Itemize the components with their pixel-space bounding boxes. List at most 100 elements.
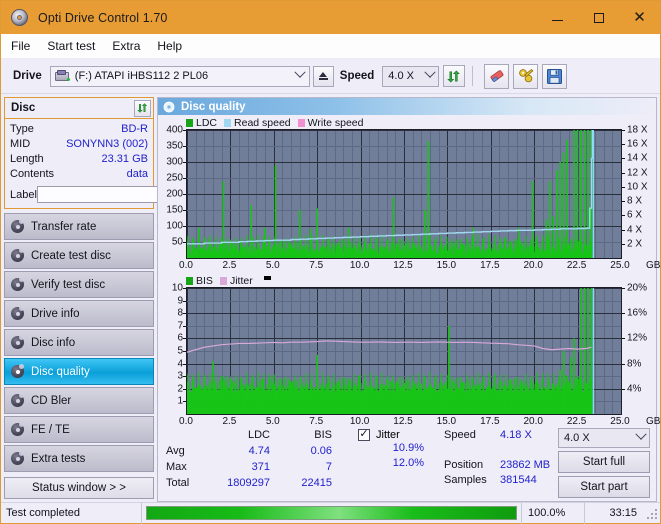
sidebar-item-create-test-disc[interactable]: Create test disc [4, 242, 154, 269]
start-full-button[interactable]: Start full [558, 451, 650, 473]
test-speed-value: 4.0 X [559, 432, 632, 444]
eject-button[interactable] [313, 66, 334, 87]
sidebar-item-label: Disc quality [31, 366, 90, 378]
disc-panel-header: Disc [5, 98, 153, 119]
progress-bar [146, 506, 517, 520]
start-part-button[interactable]: Start part [558, 476, 650, 498]
axis-tick-label: 200 [166, 189, 183, 200]
disc-panel: Disc Type BD-R MID SONY [4, 97, 154, 209]
chart-ldc-legend: LDC Read speed Write speed [158, 116, 656, 129]
sidebar-item-verify-test-disc[interactable]: Verify test disc [4, 271, 154, 298]
chart-ldc-y-axis: 50100150200250300350400 [158, 129, 186, 259]
chart-ldc-x-axis: 0.02.55.07.510.012.515.017.520.022.525.0… [186, 259, 622, 274]
speed-readout-label: Speed [444, 429, 500, 441]
legend-label: LDC [196, 117, 217, 129]
maximize-button[interactable] [578, 1, 619, 34]
menu-bar: File Start test Extra Help [1, 34, 660, 59]
save-icon [546, 68, 563, 85]
pane-title: Disc quality [181, 101, 246, 113]
sidebar-item-fe-te[interactable]: FE / TE [4, 416, 154, 443]
disc-info-rows: Type BD-R MID SONYNN3 (002) Length 23.31… [5, 119, 153, 208]
sidebar-item-drive-info[interactable]: Drive info [4, 300, 154, 327]
sidebar-item-cd-bler[interactable]: CD Bler [4, 387, 154, 414]
chart-bis-y-axis: 12345678910 [158, 287, 186, 415]
samples-label: Samples [444, 474, 500, 486]
close-button[interactable]: ✕ [619, 1, 660, 34]
sidebar-item-disc-info[interactable]: Disc info [4, 329, 154, 356]
jitter-label: Jitter [376, 429, 400, 441]
samples-row: Samples 381544 [444, 472, 570, 487]
stats-table: LDC BIS Avg 4.74 0.06 Max 371 7 [166, 427, 332, 501]
test-speed-select[interactable]: 4.0 X [558, 428, 650, 448]
disc-quality-icon [163, 101, 175, 113]
axis-tick-label: 10 X [627, 181, 648, 192]
title-bar: Opti Drive Control 1.70 ✕ [1, 1, 660, 34]
disc-row-key: MID [10, 137, 30, 152]
progress-bar-fill [147, 507, 516, 519]
sidebar-item-label: CD Bler [31, 395, 71, 407]
speed-column: Speed 4.18 X Position 23862 MB Samples 3… [444, 427, 570, 501]
chevron-down-icon [421, 71, 438, 81]
chart-series-layer [187, 130, 621, 258]
resize-grip-icon[interactable] [645, 507, 657, 519]
chart-ldc-plot-wrap: 50100150200250300350400 2 X4 X6 X8 X10 X… [158, 129, 656, 259]
axis-tick-label: 12.5 [393, 260, 412, 271]
disc-row-value: 23.31 GB [102, 152, 148, 167]
legend-item-jitter: Jitter [220, 275, 253, 287]
disc-row-key: Length [10, 152, 44, 167]
menu-file[interactable]: File [11, 39, 30, 53]
menu-extra[interactable]: Extra [112, 39, 140, 53]
position-label: Position [444, 459, 500, 471]
save-button[interactable] [542, 64, 567, 89]
chart-bis-plot[interactable] [186, 287, 622, 415]
stats-cell-ldc: 4.74 [208, 443, 270, 459]
sidebar-item-extra-tests[interactable]: Extra tests [4, 445, 154, 472]
minimize-button[interactable] [537, 1, 578, 34]
chart-bis-y2-axis: 4%8%12%16%20% [622, 287, 656, 415]
refresh-button[interactable] [443, 65, 465, 87]
legend-swatch [224, 119, 231, 127]
table-row: Total 1809297 22415 [166, 475, 332, 491]
jitter-column: ✓ Jitter 10.9% 12.0% [358, 427, 424, 501]
stats-cell-ldc: 371 [208, 459, 270, 475]
status-window-button[interactable]: Status window > > [4, 477, 154, 499]
erase-button[interactable] [484, 64, 509, 89]
stats-panel: LDC BIS Avg 4.74 0.06 Max 371 7 [158, 425, 656, 501]
axis-tick-label: 4% [627, 383, 641, 394]
chart-ldc-plot[interactable] [186, 129, 622, 259]
disc-row-length: Length 23.31 GB [10, 152, 148, 167]
stats-col-bis: BIS [270, 427, 332, 443]
menu-help[interactable]: Help [157, 39, 182, 53]
axis-tick-label: 0.0 [179, 260, 193, 271]
disc-icon [11, 249, 24, 262]
disc-row-value: data [127, 167, 148, 182]
speed-select[interactable]: 4.0 X [382, 66, 439, 87]
disc-icon [11, 452, 24, 465]
sidebar-item-disc-quality[interactable]: Disc quality [4, 358, 154, 385]
drive-select[interactable]: (F:) ATAPI iHBS112 2 PL06 [50, 66, 310, 87]
elapsed-time: 33:15 [585, 507, 645, 519]
jitter-toggle[interactable]: ✓ Jitter [358, 427, 424, 442]
disc-row-contents: Contents data [10, 167, 148, 182]
drive-select-value: (F:) ATAPI iHBS112 2 PL06 [75, 70, 292, 82]
axis-tick-label: 16 X [627, 139, 648, 150]
disc-row-value: BD-R [121, 122, 148, 137]
legend-swatch [186, 277, 193, 285]
drive-label: Drive [13, 70, 42, 82]
tools-button[interactable] [513, 64, 538, 89]
axis-tick-label: 100 [166, 221, 183, 232]
disc-panel-title: Disc [11, 102, 35, 114]
menu-start-test[interactable]: Start test [47, 39, 95, 53]
disc-refresh-button[interactable] [134, 100, 151, 117]
jitter-checkbox[interactable]: ✓ [358, 429, 370, 441]
disc-icon [11, 365, 24, 378]
sidebar-item-label: FE / TE [31, 424, 70, 436]
chart-ldc-y2-axis: 2 X4 X6 X8 X10 X12 X14 X16 X18 X [622, 129, 656, 259]
disc-row-key: Type [10, 122, 34, 137]
disc-row-value: SONYNN3 (002) [66, 137, 148, 152]
table-row: Avg 4.74 0.06 [166, 443, 332, 459]
sidebar-item-transfer-rate[interactable]: Transfer rate [4, 213, 154, 240]
axis-tick-label: 20% [627, 283, 647, 294]
sidebar-item-label: Create test disc [31, 250, 111, 262]
legend-item-read-speed: Read speed [224, 117, 291, 129]
